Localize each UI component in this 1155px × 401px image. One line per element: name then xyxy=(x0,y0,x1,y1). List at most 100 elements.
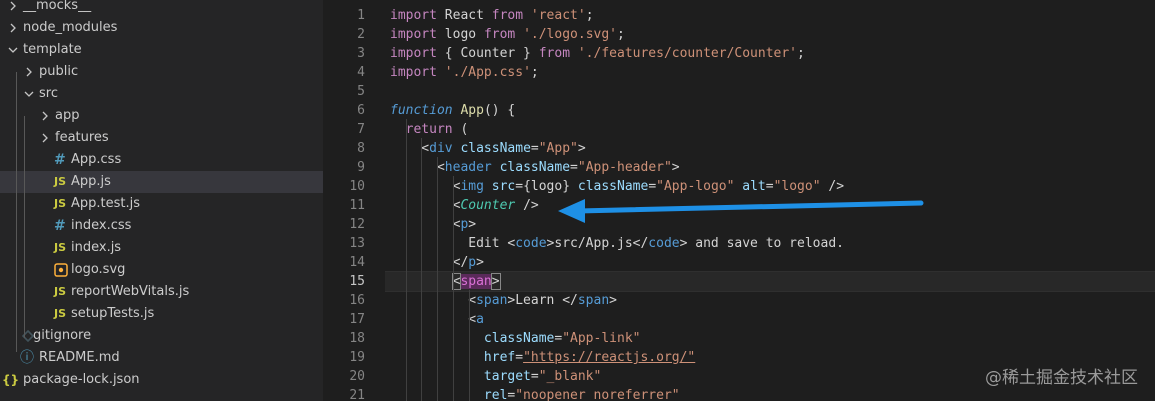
line-number: 9 xyxy=(357,160,365,175)
code-editor[interactable]: 1 2 3 4 5 6 7 8 9 10 11 12 13 14 15 16 17 18 19 20 21 import… xyxy=(323,0,1155,401)
code-line-11[interactable]: <Counter /> xyxy=(390,196,539,215)
current-line-highlight xyxy=(385,271,1155,292)
code-token: './features/counter/Counter' xyxy=(577,46,798,61)
explorer-item-index-js[interactable]: JS index.js xyxy=(0,237,323,259)
code-token: function xyxy=(390,103,453,118)
code-line-1[interactable]: import React from 'react'; xyxy=(390,6,594,25)
explorer-item-features[interactable]: features xyxy=(0,127,323,149)
explorer-item-app-css[interactable]: # App.css xyxy=(0,149,323,171)
explorer-item-node-modules[interactable]: node_modules xyxy=(0,17,323,39)
code-line-18[interactable]: className="App-link" xyxy=(390,329,641,348)
code-line-9[interactable]: <header className="App-header"> xyxy=(390,158,680,177)
code-token: className xyxy=(483,331,555,346)
line-number: 12 xyxy=(349,217,365,232)
code-token: import xyxy=(390,27,437,42)
code-line-2[interactable]: import logo from './logo.svg'; xyxy=(390,25,625,44)
code-line-7[interactable]: return ( xyxy=(390,120,469,139)
code-token: code xyxy=(515,236,547,251)
arrow-shaft xyxy=(575,200,924,214)
code-token: > and save to reload. xyxy=(679,236,844,251)
chevron-right-icon[interactable] xyxy=(24,61,36,83)
code-token: import xyxy=(390,65,437,80)
explorer-item-label: public xyxy=(39,64,79,79)
explorer-item-mocks[interactable]: __mocks__ xyxy=(0,0,323,17)
code-line-8[interactable]: <div className="App"> xyxy=(390,139,586,158)
code-indent-guide xyxy=(468,290,470,401)
code-indent-guide xyxy=(421,138,423,401)
code-token: './logo.svg' xyxy=(523,27,617,42)
explorer-item-app[interactable]: app xyxy=(0,105,323,127)
code-token: > xyxy=(577,141,586,156)
css-file-icon: # xyxy=(54,218,66,234)
svg-file-icon xyxy=(54,259,68,281)
explorer-item-setuptests-js[interactable]: JS setupTests.js xyxy=(0,303,323,325)
explorer-item-label: features xyxy=(55,130,109,145)
code-token: = xyxy=(515,350,524,365)
code-line-6[interactable]: function App() { xyxy=(390,101,515,120)
code-token: "noopener noreferrer" xyxy=(515,388,680,401)
explorer-item-reportwebvitals-js[interactable]: JS reportWebVitals.js xyxy=(0,281,323,303)
chevron-right-icon[interactable] xyxy=(40,127,52,149)
explorer-item-src[interactable]: src xyxy=(0,83,323,105)
code-token: ( xyxy=(452,122,469,137)
explorer-item-logo-svg[interactable]: logo.svg xyxy=(0,259,323,281)
code-token: className xyxy=(577,179,649,194)
code-token: from xyxy=(538,46,571,61)
explorer-item-readme-md[interactable]: ⓘ README.md xyxy=(0,347,323,369)
explorer-item-label: template xyxy=(23,42,82,57)
explorer-item-gitignore[interactable]: gitignore xyxy=(0,325,323,347)
code-token: = xyxy=(765,179,774,194)
code-line-19[interactable]: href="https://reactjs.org/" xyxy=(390,348,695,367)
code-line-3[interactable]: import { Counter } from './features/coun… xyxy=(390,44,805,63)
explorer-item-app-js[interactable]: JS App.js xyxy=(0,171,323,193)
code-token: a xyxy=(476,312,484,327)
line-number: 6 xyxy=(357,103,365,118)
code-indent-guide xyxy=(405,119,407,401)
code-token: logo xyxy=(436,27,484,42)
code-token: rel xyxy=(483,388,508,401)
code-token: src xyxy=(491,179,516,194)
code-token: "https://reactjs.org/" xyxy=(523,350,696,365)
code-token: > xyxy=(468,217,477,232)
chevron-down-icon[interactable] xyxy=(24,83,36,105)
explorer-item-template[interactable]: template xyxy=(0,39,323,61)
code-line-21[interactable]: rel="noopener noreferrer" xyxy=(390,386,680,401)
line-number: 15 xyxy=(349,274,365,289)
code-line-16[interactable]: <span>Learn </span> xyxy=(390,291,617,310)
code-line-10[interactable]: <img src={logo} className="App-logo" alt… xyxy=(390,177,844,196)
line-number: 3 xyxy=(357,46,365,61)
code-token: "App" xyxy=(538,141,578,156)
explorer-item-label: node_modules xyxy=(23,20,118,35)
code-token: className xyxy=(499,160,571,175)
explorer-item-package-lock-json[interactable]: {} package-lock.json xyxy=(0,369,323,391)
explorer-item-label: App.test.js xyxy=(71,196,141,211)
chevron-right-icon[interactable] xyxy=(8,0,20,17)
code-line-13[interactable]: Edit <code>src/App.js</code> and save to… xyxy=(390,234,844,253)
explorer-item-label: setupTests.js xyxy=(71,306,155,321)
chevron-down-icon[interactable] xyxy=(8,39,20,61)
code-token: "_blank" xyxy=(538,369,602,384)
line-number: 10 xyxy=(349,179,365,194)
javascript-file-icon: JS xyxy=(54,307,67,320)
line-number: 18 xyxy=(349,331,365,346)
arrow-head xyxy=(558,199,585,223)
explorer-item-public[interactable]: public xyxy=(0,61,323,83)
chevron-right-icon[interactable] xyxy=(40,105,52,127)
explorer-item-app-test-js[interactable]: JS App.test.js xyxy=(0,193,323,215)
code-line-12[interactable]: <p> xyxy=(390,215,477,234)
line-number-gutter: 1 2 3 4 5 6 7 8 9 10 11 12 13 14 15 16 17 18 19 20 21 xyxy=(323,0,365,401)
line-number: 19 xyxy=(349,350,365,365)
code-line-4[interactable]: import './App.css'; xyxy=(390,63,539,82)
javascript-file-icon: JS xyxy=(54,197,67,210)
code-token: >src/App.js</ xyxy=(546,236,649,251)
line-number: 2 xyxy=(357,27,365,42)
javascript-file-icon: JS xyxy=(54,241,67,254)
code-token: > xyxy=(671,160,680,175)
code-token: = xyxy=(530,369,539,384)
explorer-item-index-css[interactable]: # index.css xyxy=(0,215,323,237)
chevron-right-icon[interactable] xyxy=(8,17,20,39)
